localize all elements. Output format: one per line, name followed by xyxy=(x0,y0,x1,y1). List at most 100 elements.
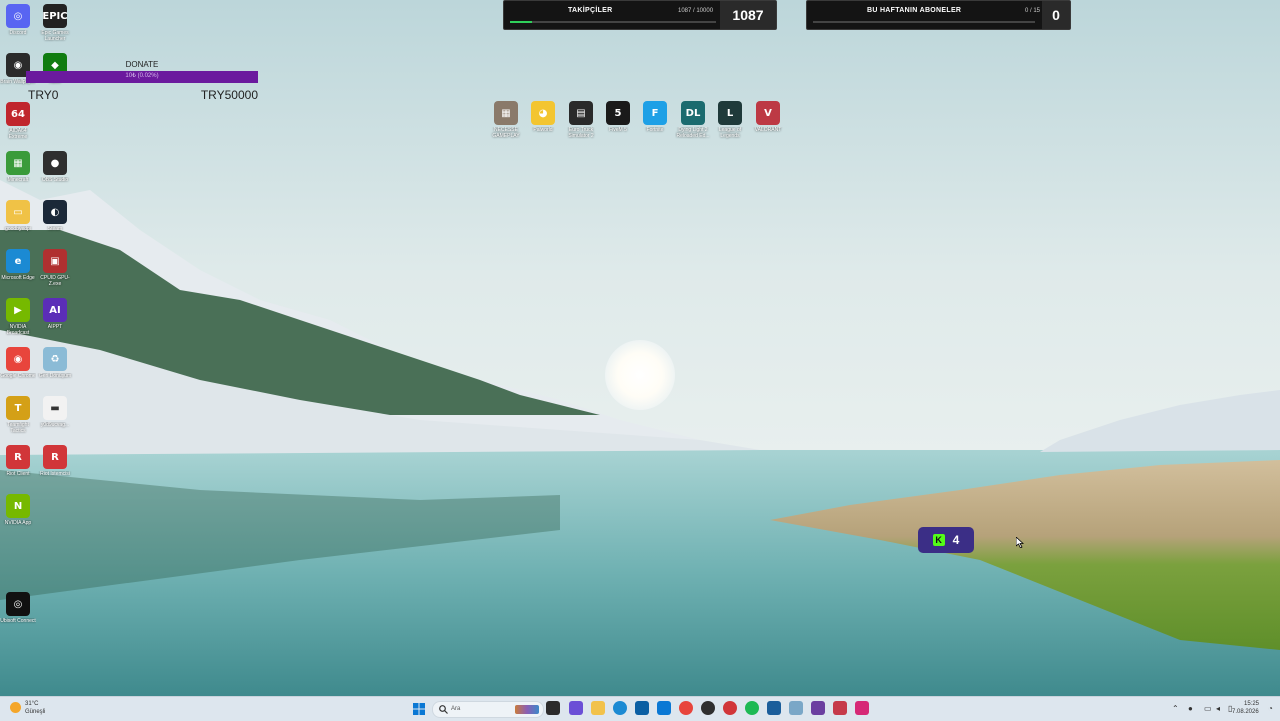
desktop-icon-chrome[interactable]: ◉ Google Chrome xyxy=(0,347,36,386)
desktop-icon-discord[interactable]: ◎ Discord xyxy=(0,4,36,43)
desktop-icon-gpuz[interactable]: ▣ CPUID GPU-Z.exe xyxy=(37,249,73,288)
file-icon: ▬ xyxy=(43,396,67,420)
spotify-icon[interactable] xyxy=(745,701,759,715)
donate-min: TRY0 xyxy=(28,88,59,102)
desktop-icon-nvidia-app[interactable]: N NVIDIA App xyxy=(0,494,36,533)
fortnite-icon: F xyxy=(643,101,667,125)
windows-start-icon[interactable] xyxy=(413,703,425,715)
desktop-icon-league-of-legends[interactable]: L League of Legends xyxy=(712,101,748,140)
riot-client-icon: R xyxy=(43,445,67,469)
followers-title: TAKİPÇİLER xyxy=(568,7,613,14)
recorder-icon[interactable] xyxy=(723,701,737,715)
desktop-icon-aippt[interactable]: AI AIPPT xyxy=(37,298,73,337)
icon-label: Epic Games Launcher xyxy=(41,30,69,42)
desktop-icon-recycle-bin[interactable]: ♻ Geri Dönüşüm xyxy=(37,347,73,386)
instagram-icon[interactable] xyxy=(855,701,869,715)
desktop-icon-ubisoft[interactable]: ◎ Ubisoft Connect xyxy=(0,592,36,631)
copilot-icon[interactable] xyxy=(569,701,583,715)
desktop-icon-palworld[interactable]: ◕ Palworld xyxy=(525,101,561,140)
desktop-icon-nvidia-broadcast[interactable]: ▶ NVIDIA Broadcast xyxy=(0,298,36,337)
followers-value: 1087 xyxy=(720,1,776,29)
icon-label: League of Legends xyxy=(718,127,742,139)
icon-label: Teamfight Tactics xyxy=(7,422,29,434)
app-icon[interactable] xyxy=(767,701,781,715)
donate-progress-bar: 10₺ (0.02%) xyxy=(26,71,258,83)
subscribers-title: BU HAFTANIN ABONELER xyxy=(867,7,962,14)
donate-label: DONATE xyxy=(125,60,159,69)
icon-label: Euro Truck Simulator 2 xyxy=(568,127,594,139)
mouse-cursor-icon xyxy=(1016,537,1024,548)
desktop-icon-dying-light[interactable]: DL Dying Light 2 Reloaded Ed... xyxy=(675,101,711,140)
task-view-icon[interactable] xyxy=(546,701,560,715)
chrome-taskbar-icon[interactable] xyxy=(679,701,693,715)
fivem-icon: 5 xyxy=(606,101,630,125)
icon-label: NECESSE GAMEPLAY xyxy=(492,127,520,139)
icon-label: Riot İstemcisi xyxy=(40,471,70,477)
taskbar-search-box[interactable]: Ara xyxy=(432,701,544,718)
icon-label: Riot Client xyxy=(6,471,30,477)
followers-progress-bar xyxy=(510,21,716,23)
search-placeholder: Ara xyxy=(451,706,461,712)
desktop-icon-steam[interactable]: ◐ Steam xyxy=(37,200,73,239)
desktop-icon-goodbyedpi[interactable]: ▭ goodbyedpi xyxy=(0,200,36,239)
clock-date[interactable]: 7.08.2026 xyxy=(1232,709,1259,715)
donate-goal-widget: DONATE 10₺ (0.02%) TRY0 TRY50000 xyxy=(26,60,258,102)
file-explorer-icon[interactable] xyxy=(591,701,605,715)
desktop-icon-fortnite[interactable]: F Fortnite xyxy=(637,101,673,140)
nvidia-broadcast-icon: ▶ xyxy=(6,298,30,322)
weather-icon[interactable] xyxy=(10,702,21,713)
desktop-icon-edge[interactable]: e Microsoft Edge xyxy=(0,249,36,288)
microsoft-store-icon[interactable] xyxy=(635,701,649,715)
followers-goal-widget: TAKİPÇİLER 1087 / 10000 1087 xyxy=(503,0,777,30)
discord-taskbar-icon[interactable] xyxy=(811,701,825,715)
desktop-icon-necesse[interactable]: ▦ NECESSE GAMEPLAY xyxy=(488,101,524,140)
desktop-icon-euro-truck[interactable]: ▤ Euro Truck Simulator 2 xyxy=(563,101,599,140)
epic-games-icon: EPIC xyxy=(42,4,68,28)
desktop-icon-fivem[interactable]: 5 FiveM 5 xyxy=(600,101,636,140)
riot-client-icon: R xyxy=(6,445,30,469)
donate-percent: 10₺ (0.02%) xyxy=(125,73,159,79)
valorant-icon: V xyxy=(756,101,780,125)
recycle-bin-icon: ♻ xyxy=(43,347,67,371)
icon-label: VALORANT xyxy=(754,127,782,133)
edge-taskbar-icon[interactable] xyxy=(613,701,627,715)
edge-icon: e xyxy=(6,249,30,273)
gpuz-icon: ▣ xyxy=(43,249,67,273)
desktop-icon-riot-istemcisi[interactable]: R Riot İstemcisi xyxy=(37,445,73,484)
steam-icon: ◐ xyxy=(43,200,67,224)
followers-progress-fill xyxy=(510,21,533,23)
clock-time[interactable]: 15:25 xyxy=(1244,701,1259,707)
network-icon[interactable]: ▭ xyxy=(1204,704,1212,713)
donate-max: TRY50000 xyxy=(200,88,258,102)
desktop-icon-minecraft[interactable]: ▦ Minecraft xyxy=(0,151,36,190)
desktop-icon-riot-client[interactable]: R Riot Client xyxy=(0,445,36,484)
desktop-icon-aida64[interactable]: 64 AIDA64 Extreme xyxy=(0,102,36,141)
mail-icon[interactable] xyxy=(657,701,671,715)
icon-label: Steam xyxy=(47,226,63,232)
desktop-icon-valorant[interactable]: V VALORANT xyxy=(750,101,786,140)
kick-icon: K xyxy=(932,534,945,546)
subscribers-progress-bar xyxy=(813,21,1035,23)
microphone-icon[interactable]: ● xyxy=(1188,704,1193,713)
obs-icon: ● xyxy=(43,151,67,175)
obs-taskbar-icon[interactable] xyxy=(701,701,715,715)
euro-truck-icon: ▤ xyxy=(569,101,593,125)
desktop-icon-file[interactable]: ▬ y0d9ucvag... xyxy=(37,396,73,435)
settings-icon[interactable] xyxy=(789,701,803,715)
tft-icon: T xyxy=(6,396,30,420)
desktop-icon-obs[interactable]: ● OBS Studio xyxy=(37,151,73,190)
subscribers-value: 0 xyxy=(1042,1,1070,29)
icon-label: goodbyedpi xyxy=(5,226,31,232)
volume-icon[interactable]: ◂ xyxy=(1216,704,1220,713)
sun xyxy=(605,340,675,410)
icon-label: Dying Light 2 Reloaded Ed... xyxy=(676,127,710,139)
valorant-taskbar-icon[interactable] xyxy=(833,701,847,715)
desktop-icon-teamfight-tactics[interactable]: T Teamfight Tactics xyxy=(0,396,36,435)
weather-temp[interactable]: 31°C xyxy=(25,701,38,707)
icon-label: NVIDIA App xyxy=(4,520,32,526)
chevron-up-icon[interactable]: ⌃ xyxy=(1172,704,1179,713)
desktop-icon-epic-games[interactable]: EPIC Epic Games Launcher xyxy=(37,4,73,43)
notification-icon[interactable]: ◔ xyxy=(1268,704,1273,713)
minecraft-icon: ▦ xyxy=(6,151,30,175)
weather-desc[interactable]: Güneşli xyxy=(25,709,45,715)
